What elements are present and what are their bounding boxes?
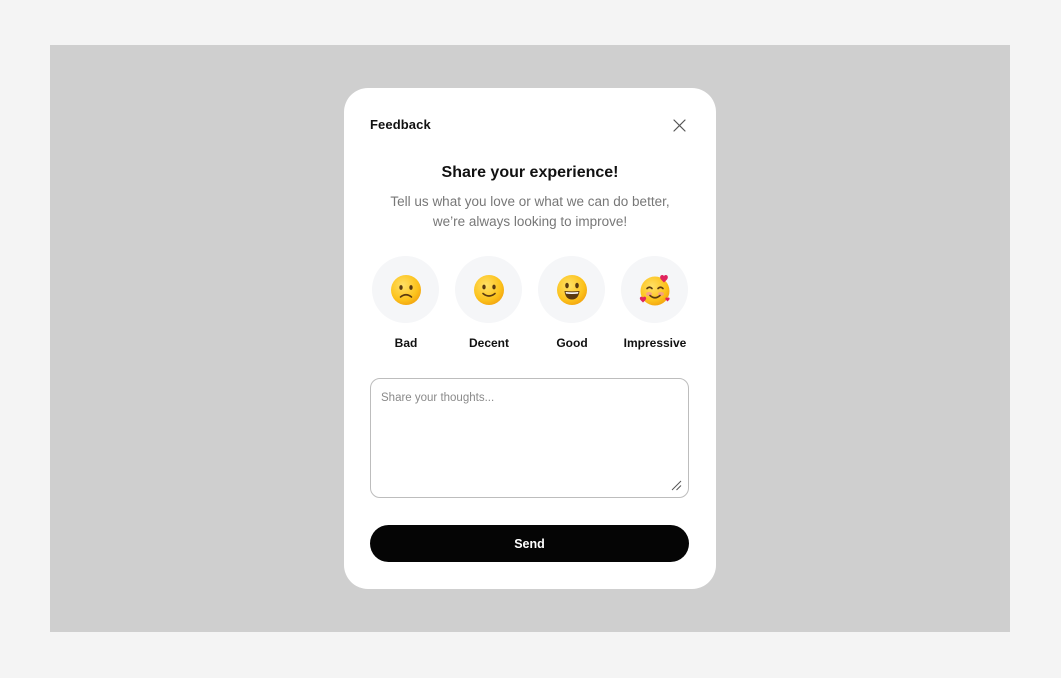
dialog-header: Feedback — [370, 114, 690, 136]
send-button[interactable]: Send — [370, 525, 689, 562]
grinning-face-icon — [556, 274, 587, 305]
rating-option-good[interactable]: Good — [538, 256, 606, 352]
rating-circle — [455, 256, 522, 323]
rating-option-bad[interactable]: Bad — [372, 256, 440, 352]
resize-handle-icon[interactable] — [670, 479, 682, 491]
feedback-dialog: Feedback Share your experience! Tell us … — [344, 88, 716, 589]
comment-field-container — [370, 378, 689, 498]
rating-circle — [538, 256, 605, 323]
rating-circle — [621, 256, 688, 323]
close-icon — [672, 118, 686, 132]
smiling-face-with-hearts-icon — [639, 274, 670, 305]
rating-option-decent[interactable]: Decent — [455, 256, 523, 352]
dialog-heading: Share your experience! — [441, 164, 619, 181]
rating-circle — [372, 256, 439, 323]
slightly-smiling-face-icon — [473, 274, 504, 305]
close-button[interactable] — [668, 114, 690, 136]
dialog-title: Feedback — [370, 117, 431, 132]
description-line: Tell us what you love or what we can do … — [390, 194, 670, 209]
dialog-description: Tell us what you love or what we can do … — [374, 192, 686, 232]
description-line: we’re always looking to improve! — [432, 214, 628, 229]
comment-textarea[interactable] — [371, 379, 688, 497]
rating-label: Impressive — [623, 336, 687, 350]
rating-options: Bad Decent Good Impressive — [372, 256, 688, 352]
frowning-face-icon — [390, 274, 421, 305]
rating-option-impressive[interactable]: Impressive — [621, 256, 689, 352]
